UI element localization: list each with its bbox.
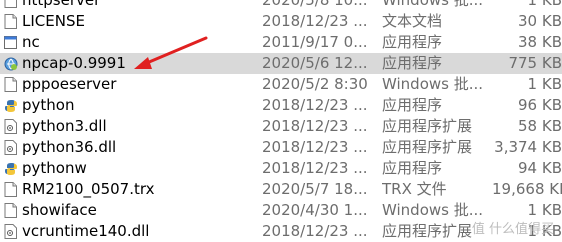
doc-icon: [2, 74, 18, 95]
file-name: httpserver: [22, 0, 101, 9]
file-size: 775 KB: [508, 54, 562, 72]
red-arrow-annotation: [134, 36, 208, 69]
file-name: vcruntime140.dll: [22, 222, 150, 240]
file-row[interactable]: pythonw 2018/12/23 ... 应用程序 94 KB: [0, 158, 562, 179]
file-type: 文本文档: [382, 12, 443, 30]
file-name: python36.dll: [22, 138, 117, 156]
file-size: 1 KB: [527, 75, 562, 93]
file-date-modified: 2011/9/17 0...: [262, 33, 368, 51]
file-name: pythonw: [22, 159, 87, 177]
file-size: 30 KB: [518, 12, 562, 30]
dll-icon: [2, 137, 18, 158]
file-date-modified: 2018/12/23 ...: [262, 222, 368, 240]
file-name: showiface: [22, 201, 97, 219]
file-date-modified: 2020/4/30 1...: [262, 201, 368, 219]
file-date-modified: 2018/12/23 ...: [262, 96, 368, 114]
file-name: LICENSE: [22, 12, 85, 30]
doc-icon: [2, 11, 18, 32]
globe-app-icon: [2, 53, 18, 74]
file-type: 应用程序: [382, 54, 443, 72]
file-name: python3.dll: [22, 117, 107, 135]
file-date-modified: 2018/12/23 ...: [262, 117, 368, 135]
file-type: Windows 批...: [382, 75, 482, 93]
watermark: 值 什么值得买: [471, 222, 554, 237]
file-row[interactable]: python3.dll 2018/12/23 ... 应用程序扩展 58 KB: [0, 116, 562, 137]
file-date-modified: 2020/5/2 8:30: [262, 75, 368, 93]
file-type: 应用程序扩展: [382, 138, 473, 156]
file-name: pppoeserver: [22, 75, 117, 93]
file-size: 1 KB: [527, 0, 562, 9]
file-date-modified: 2020/5/7 18...: [262, 180, 368, 198]
file-size: 38 KB: [518, 33, 562, 51]
file-date-modified: 2020/5/6 12...: [262, 54, 368, 72]
python-icon: [2, 158, 18, 179]
file-name: python: [22, 96, 75, 114]
file-size: 96 KB: [518, 96, 562, 114]
file-type: Windows 批...: [382, 0, 482, 9]
doc-icon: [2, 179, 18, 200]
file-row[interactable]: python36.dll 2018/12/23 ... 应用程序扩展 3,374 KB: [0, 137, 562, 158]
file-row[interactable]: httpserver 2020/5/8 10... Windows 批... 1 KB: [0, 0, 562, 11]
dll-icon: [2, 116, 18, 137]
file-list: httpserver 2020/5/8 10... Windows 批... 1 KB…: [0, 0, 562, 242]
file-row[interactable]: python 2018/12/23 ... 应用程序 96 KB: [0, 95, 562, 116]
file-date-modified: 2018/12/23 ...: [262, 138, 368, 156]
file-date-modified: 2018/12/23 ...: [262, 159, 368, 177]
file-row[interactable]: nc 2011/9/17 0... 应用程序 38 KB: [0, 32, 562, 53]
file-type: 应用程序: [382, 33, 443, 51]
dll-icon: [2, 221, 18, 242]
file-row[interactable]: RM2100_0507.trx 2020/5/7 18... TRX 文件 19,66…: [0, 179, 562, 200]
file-date-modified: 2020/5/8 10...: [262, 0, 368, 9]
file-type: 应用程序扩展: [382, 117, 473, 135]
file-row[interactable]: LICENSE 2018/12/23 ... 文本文档 30 KB: [0, 11, 562, 32]
file-size: 58 KB: [518, 117, 562, 135]
file-size: 94 KB: [518, 159, 562, 177]
file-size: 3,374 KB: [494, 138, 562, 156]
doc-icon: [2, 0, 18, 11]
file-type: TRX 文件: [382, 180, 447, 198]
exe-icon: [2, 32, 18, 53]
file-type: 应用程序: [382, 96, 443, 114]
doc-icon: [2, 200, 18, 221]
file-size: 19,668 KB: [492, 180, 562, 198]
file-row[interactable]: npcap-0.9991 2020/5/6 12... 应用程序 775 KB: [0, 53, 562, 74]
file-name: RM2100_0507.trx: [22, 180, 155, 198]
file-type: 应用程序: [382, 159, 443, 177]
file-date-modified: 2018/12/23 ...: [262, 12, 368, 30]
python-icon: [2, 95, 18, 116]
file-type: 应用程序扩展: [382, 222, 473, 240]
file-row[interactable]: pppoeserver 2020/5/2 8:30 Windows 批... 1 KB: [0, 74, 562, 95]
file-type: Windows 批...: [382, 201, 482, 219]
